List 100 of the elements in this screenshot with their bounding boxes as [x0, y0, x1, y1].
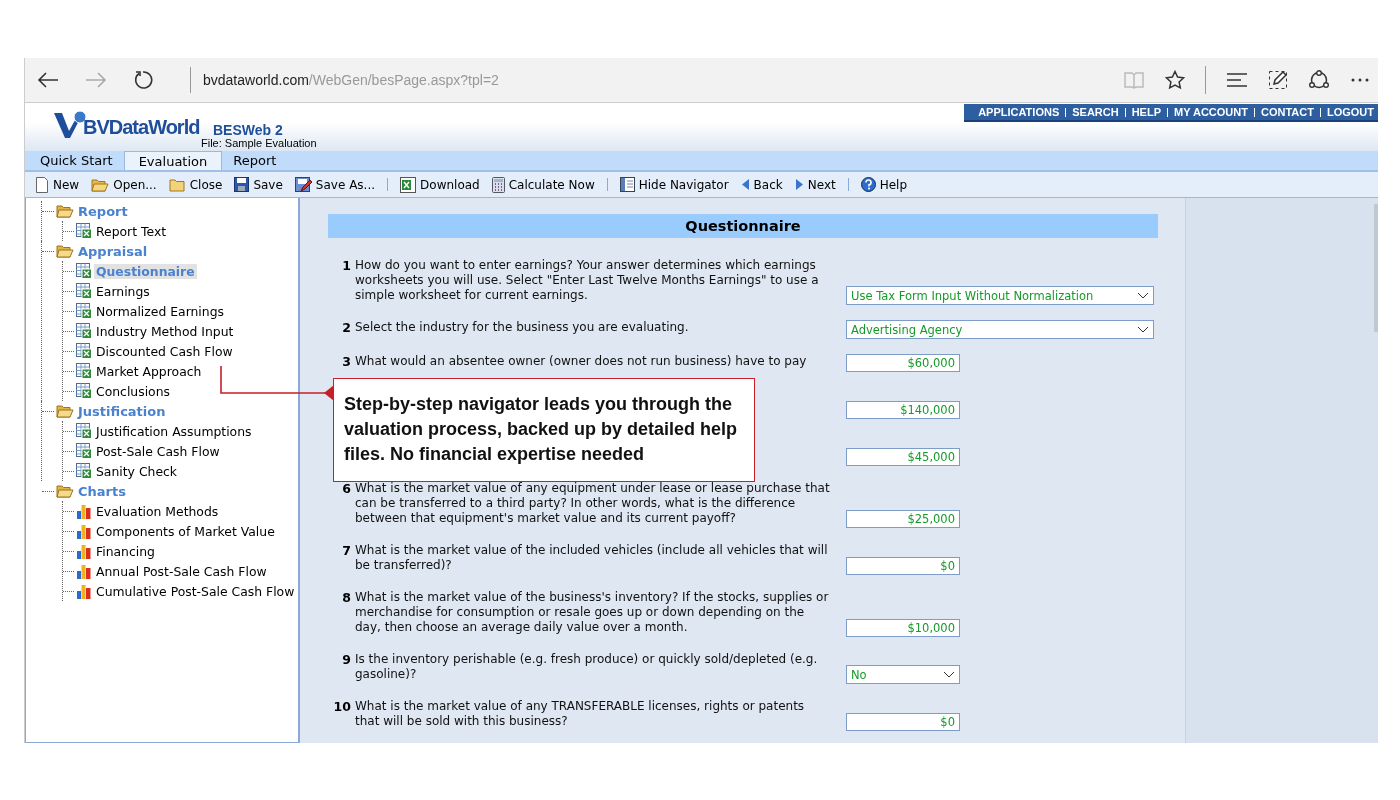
help-icon — [860, 177, 876, 192]
spreadsheet-icon — [76, 383, 92, 399]
save-as-icon — [294, 176, 312, 193]
favorite-star-icon[interactable] — [1165, 70, 1185, 90]
share-icon[interactable] — [1308, 70, 1330, 90]
header-link[interactable]: LOGOUT — [1326, 106, 1374, 118]
tab[interactable]: Evaluation — [123, 151, 223, 170]
section-title: Questionnaire — [328, 214, 1158, 238]
question-text: Select the industry for the business you are evaluating. — [355, 320, 690, 335]
toolbar-button[interactable]: Hide Navigator — [619, 177, 741, 192]
question-text: What is the market value of the business's inventory? If the stocks, supplies or merchandise for consumption or resale goes up or down depending on the day, then choose an average daily value over a month. — [355, 590, 830, 635]
spreadsheet-icon — [76, 423, 92, 439]
toolbar-button[interactable]: Close — [168, 177, 235, 192]
question-text: What is the market value of the included vehicles (include all vehicles that will be transferred)? — [355, 543, 829, 573]
file-name: File: Sample Evaluation — [201, 137, 317, 149]
amount-field[interactable]: $0 — [846, 713, 960, 731]
toolbar-button[interactable]: New — [35, 176, 92, 193]
amount-field[interactable]: $60,000 — [846, 354, 960, 372]
note-pen-icon[interactable] — [1268, 70, 1288, 90]
spreadsheet-icon — [76, 303, 92, 319]
navigator-item[interactable]: Normalized Earnings — [94, 303, 226, 319]
toolbar-button[interactable]: Save — [234, 177, 295, 192]
header-link[interactable]: MY ACCOUNT — [1174, 106, 1248, 118]
navigator-item[interactable]: Annual Post-Sale Cash Flow — [94, 563, 269, 579]
bar-chart-icon — [76, 583, 92, 599]
navigator-folder[interactable]: Charts — [76, 483, 128, 499]
scrollbar[interactable] — [1374, 204, 1378, 332]
dropdown[interactable]: No — [846, 665, 960, 684]
dropdown[interactable]: Advertising Agency — [846, 320, 1154, 339]
question-number: 3 — [341, 354, 352, 369]
navigator-item[interactable]: Conclusions — [94, 383, 172, 399]
question-number: 2 — [341, 320, 352, 335]
header-link[interactable]: HELP — [1131, 106, 1161, 118]
amount-field[interactable]: $25,000 — [846, 510, 960, 528]
amount-field[interactable]: $140,000 — [846, 401, 960, 419]
header-link[interactable]: CONTACT — [1260, 106, 1314, 118]
left-arrow-icon — [740, 178, 750, 191]
bar-chart-icon — [76, 523, 92, 539]
back-icon[interactable] — [37, 71, 59, 89]
navigator-item[interactable]: Earnings — [94, 283, 152, 299]
question-number: 1 — [341, 258, 352, 273]
open-folder-icon — [56, 204, 74, 218]
question-text: How do you want to enter earnings? Your answer determines which earnings worksheets you will use. Select "Enter Last Twelve Months Earnings" to use a simple worksheet for current earnings. — [355, 258, 820, 303]
question-text: What is the market value of any equipment under lease or lease purchase that can be transferred to a third party? In other words, what is the difference between that equipment's market value and its current payoff? — [355, 481, 831, 526]
question-number: 9 — [341, 652, 352, 667]
bar-chart-icon — [76, 543, 92, 559]
navigator-item[interactable]: Financing — [94, 543, 157, 559]
question-number: 8 — [341, 590, 352, 605]
open-folder-icon — [56, 484, 74, 498]
right-arrow-icon — [794, 178, 804, 191]
dropdown[interactable]: Use Tax Form Input Without Normalization — [846, 286, 1154, 305]
spreadsheet-icon — [400, 176, 417, 193]
callout: Step-by-step navigator leads you through the valuation process, backed up by detailed help files. No financial expertise needed — [333, 378, 755, 482]
panel-icon — [619, 177, 635, 192]
tab[interactable]: Report — [222, 151, 288, 170]
toolbar-button[interactable]: Next — [794, 177, 848, 192]
navigator-item[interactable]: Components of Market Value — [94, 523, 277, 539]
bar-chart-icon — [76, 563, 92, 579]
navigator-item[interactable]: Report Text — [94, 223, 169, 239]
refresh-icon[interactable] — [133, 70, 153, 90]
toolbar-button[interactable]: Back — [740, 177, 795, 192]
product-name: BESWeb 2 — [213, 122, 283, 138]
chevron-down-icon — [1137, 292, 1149, 299]
toolbar-button[interactable]: Help — [860, 177, 920, 192]
navigator-item[interactable]: Discounted Cash Flow — [94, 343, 235, 359]
header-link[interactable]: SEARCH — [1072, 106, 1119, 118]
amount-field[interactable]: $0 — [846, 557, 960, 575]
navigator-item[interactable]: Sanity Check — [94, 463, 179, 479]
navigator-item[interactable]: Industry Method Input — [94, 323, 236, 339]
question-text: What would an absentee owner (owner does not run business) have to pay — [355, 354, 808, 369]
navigator-item[interactable]: Market Approach — [94, 363, 204, 379]
toolbar-button[interactable]: Calculate Now — [491, 176, 607, 193]
hub-icon[interactable] — [1226, 72, 1248, 88]
navigator-folder[interactable]: Report — [76, 203, 130, 219]
question-number: 6 — [341, 481, 352, 496]
navigator-item[interactable]: Cumulative Post-Sale Cash Flow — [94, 583, 297, 599]
chevron-down-icon — [943, 671, 955, 678]
navigator-item[interactable]: Justification Assumptions — [94, 423, 254, 439]
question-number: 10 — [332, 699, 352, 714]
toolbar-button[interactable]: Save As... — [294, 176, 388, 193]
toolbar-button[interactable]: Download — [400, 176, 492, 193]
spreadsheet-icon — [76, 283, 92, 299]
more-icon[interactable] — [1350, 77, 1370, 83]
open-folder-icon — [91, 177, 110, 192]
tab[interactable]: Quick Start — [29, 151, 124, 170]
new-page-icon — [35, 176, 49, 193]
navigator-item[interactable]: Evaluation Methods — [94, 503, 221, 519]
navigator-folder[interactable]: Appraisal — [76, 243, 150, 259]
open-folder-icon — [56, 404, 74, 418]
spreadsheet-icon — [76, 263, 92, 279]
header-link[interactable]: APPLICATIONS — [978, 106, 1060, 118]
spreadsheet-icon — [76, 463, 92, 479]
spreadsheet-icon — [76, 343, 92, 359]
toolbar-button[interactable]: Open... — [91, 177, 169, 192]
question-text: What is the market value of any TRANSFERABLE licenses, rights or patents that will be sold with this business? — [355, 699, 806, 729]
amount-field[interactable]: $45,000 — [846, 448, 960, 466]
amount-field[interactable]: $10,000 — [846, 619, 960, 637]
calculator-icon — [491, 176, 505, 193]
navigator-item[interactable]: Post-Sale Cash Flow — [94, 443, 222, 459]
navigator-folder[interactable]: Justification — [76, 403, 168, 419]
